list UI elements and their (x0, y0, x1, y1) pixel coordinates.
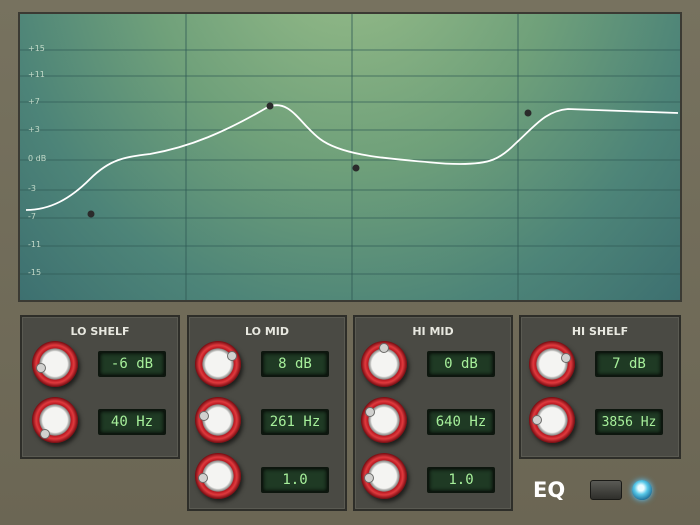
eq-label: EQ (533, 478, 566, 502)
hi-mid-handle (352, 164, 360, 172)
hi-shelf-handle (524, 109, 532, 117)
knob-pointer (227, 351, 237, 361)
lo-shelf-freq-readout[interactable]: 40 Hz (98, 409, 166, 435)
y-label: -3 (28, 184, 36, 193)
hi-mid-q-readout[interactable]: 1.0 (427, 467, 495, 493)
eq-power-led-icon (632, 480, 652, 500)
hi-shelf-freq-knob[interactable] (529, 397, 575, 443)
lo-shelf-handle (87, 210, 95, 218)
lo-shelf-freq-knob[interactable] (32, 397, 78, 443)
y-label: -7 (28, 212, 36, 221)
hi-mid-q-knob[interactable] (361, 453, 407, 499)
y-label: +11 (28, 70, 45, 79)
lo-mid-freq-knob[interactable] (195, 397, 241, 443)
knob-pointer (561, 353, 571, 363)
knob-pointer (379, 343, 389, 353)
knob-pointer (36, 363, 46, 373)
hi-shelf-gain-knob[interactable] (529, 341, 575, 387)
eq-plugin-window: +15 +11 +7 +3 0 dB -3 -7 -11 -15 LO SHEL… (0, 0, 700, 525)
hi-mid-gain-knob[interactable] (361, 341, 407, 387)
lo-mid-gain-knob[interactable] (195, 341, 241, 387)
eq-bypass-toggle[interactable] (590, 480, 622, 500)
knob-pointer (199, 411, 209, 421)
band-panel-lo-shelf: LO SHELF -6 dB 40 Hz (20, 315, 180, 459)
band-panel-hi-shelf: HI SHELF 7 dB 3856 Hz (519, 315, 681, 459)
lo-mid-gain-readout[interactable]: 8 dB (261, 351, 329, 377)
lo-shelf-gain-readout[interactable]: -6 dB (98, 351, 166, 377)
hi-mid-freq-knob[interactable] (361, 397, 407, 443)
lo-mid-q-knob[interactable] (195, 453, 241, 499)
y-label: -15 (28, 268, 42, 277)
band-panel-hi-mid: HI MID 0 dB 640 Hz 1.0 (353, 315, 513, 511)
response-curve-svg (20, 14, 680, 300)
knob-pointer (532, 415, 542, 425)
y-label: -11 (28, 240, 42, 249)
knob-pointer (365, 407, 375, 417)
band-title: HI MID (412, 325, 454, 338)
band-title: HI SHELF (571, 325, 629, 338)
band-title: LO SHELF (70, 325, 130, 338)
y-label: +15 (28, 44, 45, 53)
hi-shelf-freq-readout[interactable]: 3856 Hz (595, 409, 663, 435)
knob-pointer (198, 473, 208, 483)
y-label: +3 (28, 125, 40, 134)
lo-mid-q-readout[interactable]: 1.0 (261, 467, 329, 493)
lo-mid-handle (266, 102, 274, 110)
band-panel-lo-mid: LO MID 8 dB 261 Hz 1.0 (187, 315, 347, 511)
lo-shelf-gain-knob[interactable] (32, 341, 78, 387)
knob-pointer (364, 473, 374, 483)
hi-mid-gain-readout[interactable]: 0 dB (427, 351, 495, 377)
y-label: 0 dB (28, 154, 47, 163)
hi-mid-freq-readout[interactable]: 640 Hz (427, 409, 495, 435)
lo-mid-freq-readout[interactable]: 261 Hz (261, 409, 329, 435)
band-title: LO MID (245, 325, 289, 338)
hi-shelf-gain-readout[interactable]: 7 dB (595, 351, 663, 377)
frequency-response-graph[interactable]: +15 +11 +7 +3 0 dB -3 -7 -11 -15 (18, 12, 682, 302)
y-label: +7 (28, 97, 40, 106)
knob-pointer (40, 429, 50, 439)
